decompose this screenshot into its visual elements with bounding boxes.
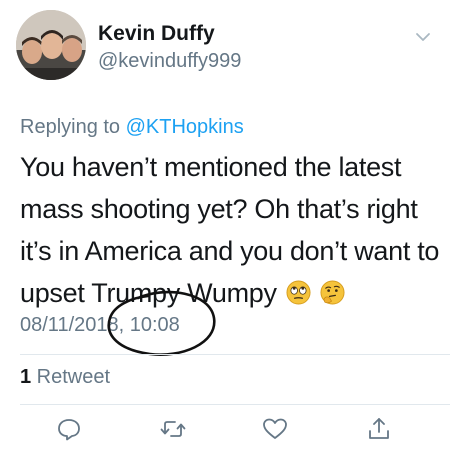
replying-to: Replying to @KTHopkins bbox=[20, 116, 244, 139]
reply-icon[interactable] bbox=[56, 416, 82, 442]
reply-mention-link[interactable]: @KTHopkins bbox=[126, 116, 244, 138]
thinking-face-emoji bbox=[320, 280, 345, 305]
retweet-label: Retweet bbox=[31, 366, 111, 388]
retweet-stats[interactable]: 1 Retweet bbox=[20, 366, 110, 389]
avatar[interactable] bbox=[16, 10, 86, 80]
retweet-icon[interactable] bbox=[160, 416, 186, 442]
author-name[interactable]: Kevin Duffy bbox=[98, 22, 215, 46]
tweet-body: You haven’t mentioned the latest mass sh… bbox=[20, 152, 440, 308]
chevron-down-icon[interactable] bbox=[414, 28, 432, 46]
action-bar bbox=[0, 416, 450, 446]
tweet-card: Kevin Duffy @kevinduffy999 Replying to @… bbox=[0, 0, 450, 449]
tweet-timestamp[interactable]: 08/11/2018, 10:08 bbox=[20, 314, 180, 337]
divider bbox=[20, 354, 450, 355]
eye-roll-face-emoji bbox=[286, 280, 311, 305]
retweet-count: 1 bbox=[20, 366, 32, 388]
avatar-photo bbox=[16, 10, 86, 80]
replying-to-label: Replying to bbox=[20, 116, 126, 138]
divider bbox=[20, 404, 450, 405]
tweet-text: You haven’t mentioned the latest mass sh… bbox=[20, 146, 440, 314]
like-icon[interactable] bbox=[262, 416, 288, 442]
author-handle[interactable]: @kevinduffy999 bbox=[98, 50, 241, 73]
share-icon[interactable] bbox=[366, 416, 392, 442]
